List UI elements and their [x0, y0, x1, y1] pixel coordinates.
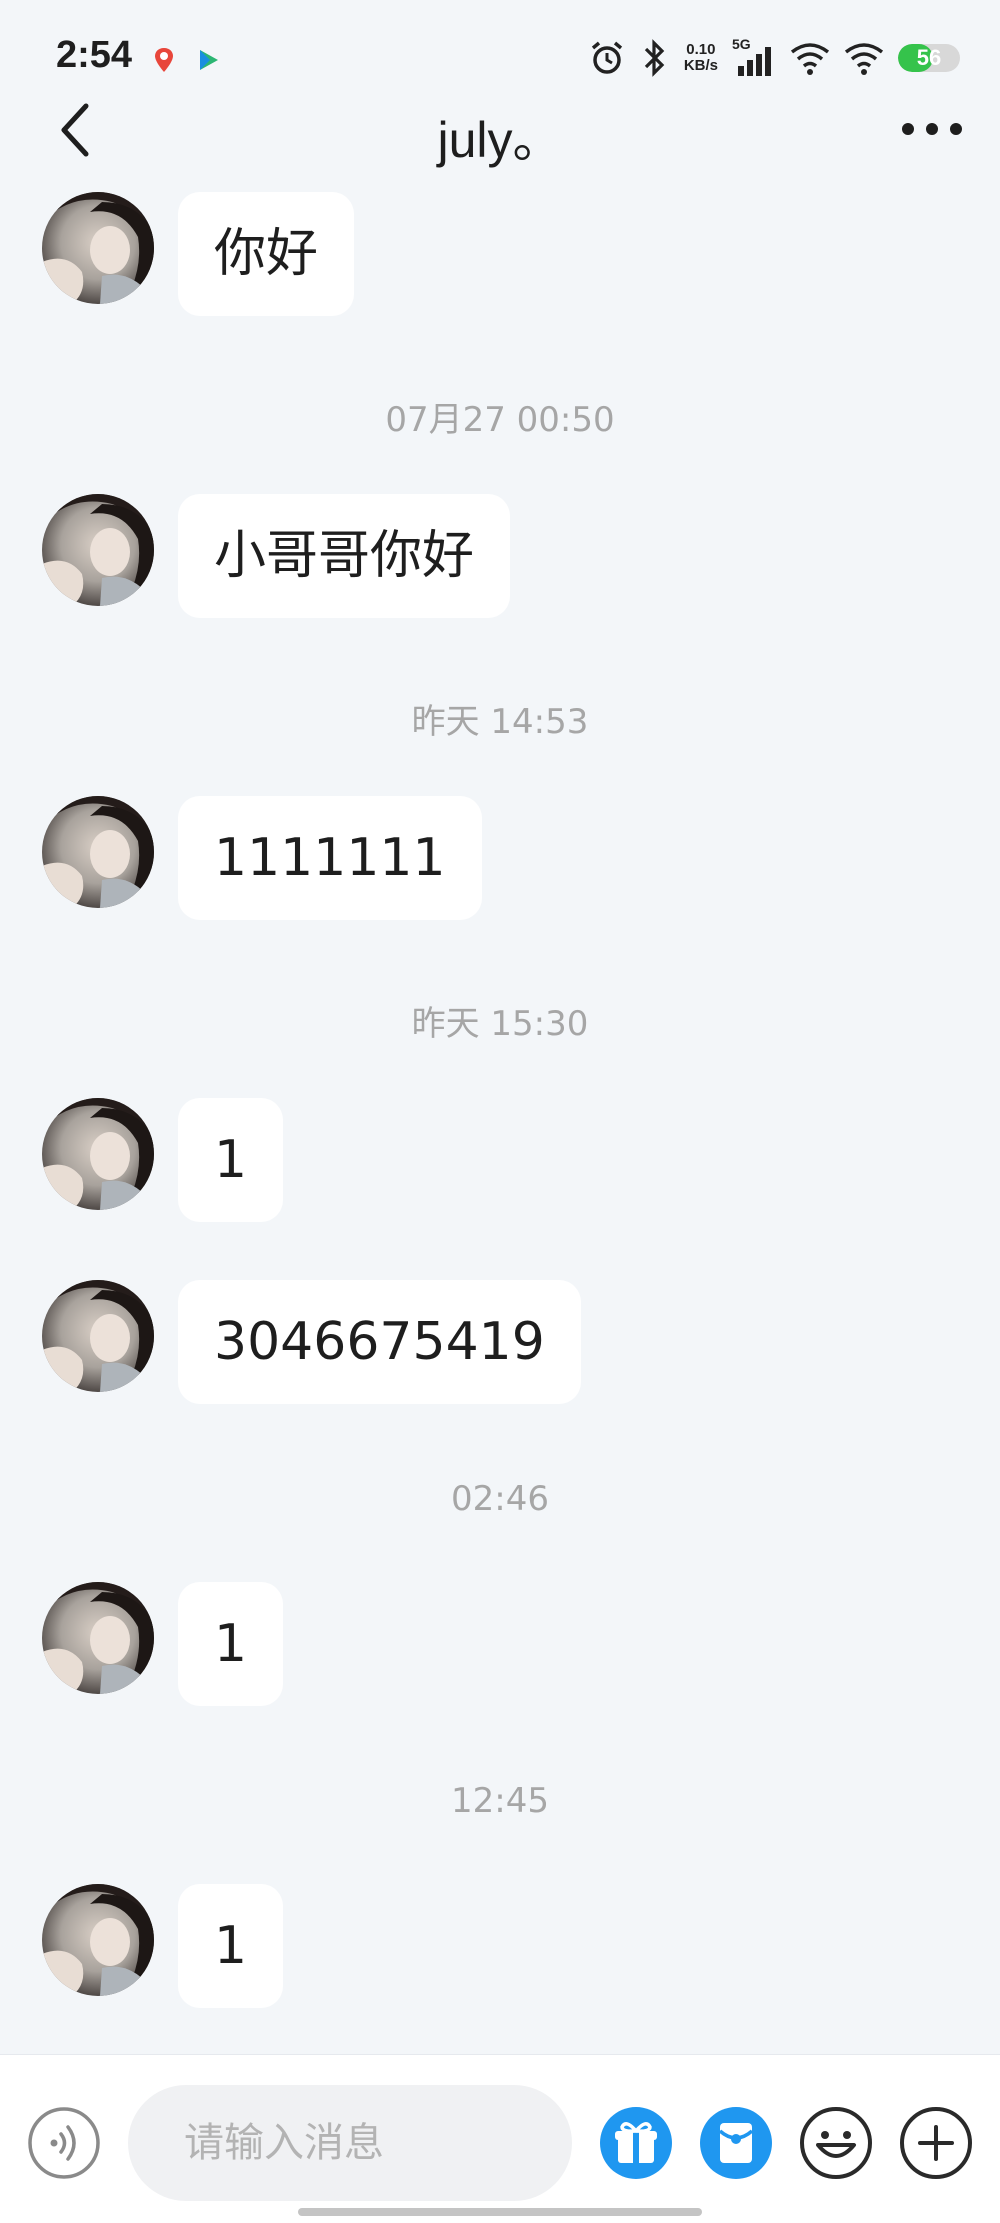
- avatar[interactable]: [42, 1884, 154, 1996]
- message-row: 1: [42, 1582, 284, 1706]
- page-title: july。: [437, 112, 563, 168]
- message-bubble[interactable]: 1: [178, 1582, 284, 1706]
- message-row: 小哥哥你好: [42, 494, 511, 618]
- voice-icon[interactable]: [26, 2105, 102, 2181]
- signal-bars-icon: [738, 47, 771, 76]
- message-row: 你好: [42, 192, 355, 316]
- avatar[interactable]: [42, 494, 154, 606]
- bluetooth-icon: [644, 39, 665, 77]
- message-row: 1: [42, 1098, 284, 1222]
- net-speed: 0.10 KB/s: [684, 42, 718, 74]
- status-time: 2:54: [56, 34, 133, 76]
- red-packet-icon[interactable]: [698, 2105, 774, 2181]
- message-bubble[interactable]: 3046675419: [178, 1280, 581, 1404]
- battery-level: 56: [916, 45, 942, 70]
- avatar[interactable]: [42, 1582, 154, 1694]
- message-timestamp: 07月27 00:50: [385, 400, 615, 440]
- avatar[interactable]: [42, 796, 154, 908]
- status-icons: 0.10 KB/s 5G 56: [588, 36, 960, 80]
- more-dots-icon[interactable]: [900, 114, 964, 144]
- message-bubble[interactable]: 你好: [178, 192, 355, 316]
- message-timestamp: 02:46: [451, 1479, 549, 1519]
- home-indicator[interactable]: [298, 2208, 702, 2216]
- net-speed-unit: KB/s: [683, 57, 718, 74]
- emoji-icon[interactable]: [798, 2105, 874, 2181]
- wifi-icon: [844, 43, 884, 75]
- battery-indicator: 56: [898, 44, 960, 72]
- message-bubble[interactable]: 1111111: [178, 796, 482, 920]
- message-input[interactable]: [128, 2085, 564, 2201]
- message-timestamp: 12:45: [451, 1781, 549, 1821]
- chat-header: july。: [0, 90, 1000, 170]
- avatar[interactable]: [42, 1098, 154, 1210]
- message-timestamp: 昨天 14:53: [411, 702, 589, 742]
- message-row: 3046675419: [42, 1280, 581, 1404]
- plus-icon[interactable]: [898, 2105, 974, 2181]
- gift-icon[interactable]: [598, 2105, 674, 2181]
- composer-bar: [0, 2054, 1000, 2223]
- net-speed-value: 0.10: [686, 41, 716, 58]
- avatar[interactable]: [42, 1280, 154, 1392]
- message-bubble[interactable]: 1: [178, 1098, 284, 1222]
- avatar[interactable]: [42, 192, 154, 304]
- play-app-icon: [200, 50, 218, 70]
- alarm-icon: [591, 41, 622, 74]
- message-bubble[interactable]: 1: [178, 1884, 284, 2008]
- message-row: 1: [42, 1884, 284, 2008]
- map-app-icon: [155, 48, 173, 72]
- wifi-plus-icon: [790, 43, 830, 75]
- message-bubble[interactable]: 小哥哥你好: [178, 494, 511, 618]
- cellular-signal: 5G: [732, 36, 776, 78]
- message-input-box[interactable]: [128, 2085, 572, 2201]
- message-row: 1111111: [42, 796, 482, 920]
- message-timestamp: 昨天 15:30: [411, 1004, 589, 1044]
